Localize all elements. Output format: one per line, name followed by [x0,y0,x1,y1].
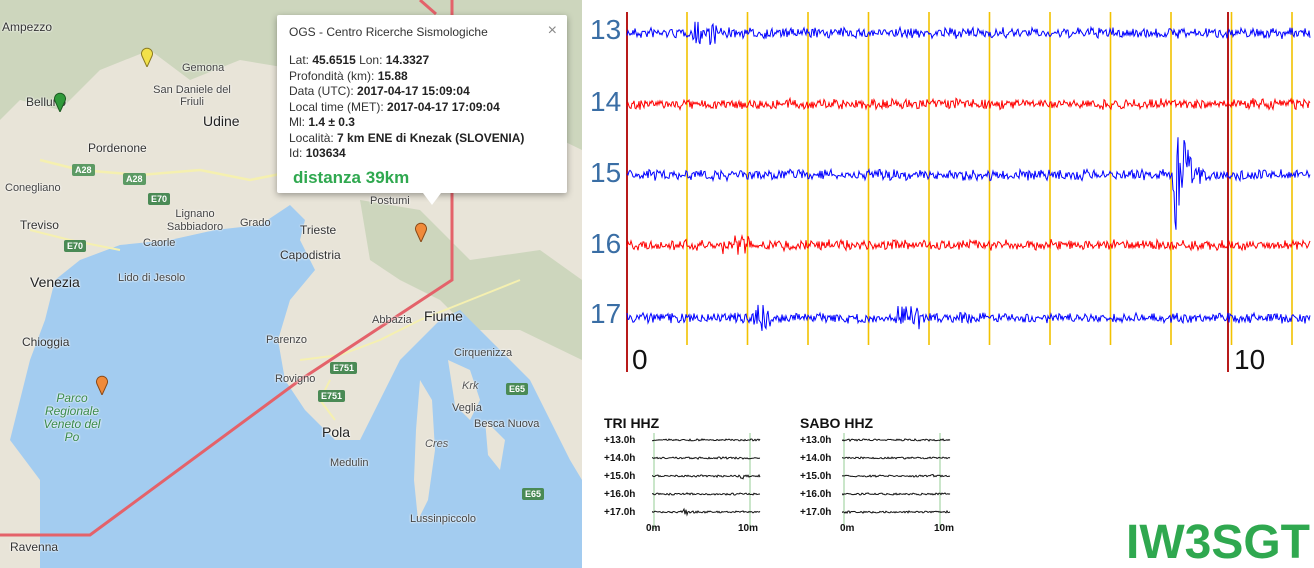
city-label: Lido di Jesolo [118,272,186,284]
city-label: Veglia [452,402,482,414]
road-shield: A28 [123,173,146,185]
popup-magnitude: Ml: 1.4 ± 0.3 [289,115,355,129]
city-label: Grado [240,217,271,229]
park-label: Parco Regionale Veneto del Po [43,391,101,444]
station-name: SABO HHZ [800,415,874,431]
x-axis-label-start: 0 [632,344,648,375]
city-label: Venezia [30,274,80,290]
city-label: Parenzo [266,334,307,346]
close-icon[interactable]: × [548,22,557,40]
row-label: +14.0h [604,453,636,464]
seismogram-panel: 13 14 15 16 17 0 10 [582,0,1314,380]
city-label: Gemona [182,62,225,74]
row-label: +13.0h [800,435,832,446]
map-panel[interactable]: Ampezzo Gemona San Daniele del Friuli Be… [0,0,582,568]
popup-title: OGS - Centro Ricerche Sismologiche [289,25,488,39]
mini-trace [652,473,761,480]
city-label: Ampezzo [2,20,53,34]
mini-traces [842,433,951,529]
seismic-trace [626,234,1311,255]
mini-trace [842,438,951,443]
seismic-trace [626,21,1311,46]
event-info-popup: × OGS - Centro Ricerche Sismologiche Lat… [277,15,567,205]
row-label: +16.0h [800,489,832,500]
helicorder-sabo: SABO HHZ +13.0h +14.0h +15.0h +16.0h +17… [800,415,960,540]
row-label: +16.0h [604,489,636,500]
mini-traces [652,433,761,529]
island-label: Krk [462,380,479,392]
road-shield: E70 [64,240,87,252]
city-label: Pola [322,424,351,440]
city-label: Rovigno [275,373,316,385]
seismic-trace [626,96,1311,112]
popup-location: Località: 7 km ENE di Knezak (SLOVENIA) [289,130,525,145]
city-label: Abbazia [372,314,412,326]
city-label: Treviso [20,218,59,232]
mini-trace [842,473,951,478]
x-end-label: 10m [934,523,955,534]
city-label: Lignano Sabbiadoro [166,208,224,233]
orange-event-pin-adriatic[interactable] [95,375,109,395]
road-shield: E65 [506,383,529,395]
hour-label: 15 [590,157,622,188]
hour-label: 17 [590,298,622,329]
popup-date-utc: Data (UTC): 2017-04-17 15:09:04 [289,84,470,98]
mini-trace [652,492,761,496]
city-label: Cirquenizza [454,347,513,359]
yellow-event-pin[interactable] [140,47,154,67]
island-label: Cres [425,438,449,450]
city-label: Lussinpiccolo [410,513,477,525]
seismic-trace [626,137,1311,230]
orange-event-pin-slovenia[interactable] [414,222,428,242]
road-shield: E65 [522,488,545,500]
road-shield: A28 [72,164,95,176]
row-label: +17.0h [604,507,636,518]
road-shield: E751 [318,390,346,402]
x-end-label: 10m [738,523,759,534]
road-shield: E751 [330,362,358,374]
city-label: Udine [203,113,240,129]
city-label: Besca Nuova [474,418,540,430]
row-label: +15.0h [604,471,636,482]
green-event-pin[interactable] [53,92,67,112]
station-callsign: IW3SGT [1125,516,1310,568]
city-label: Postumi [370,195,410,207]
hour-label: 14 [590,86,622,117]
row-label: +15.0h [800,471,832,482]
hour-label: 13 [590,14,622,45]
city-label: Chioggia [22,335,70,349]
popup-depth: Profondità (km): 15.88 [289,68,408,83]
seismic-trace [626,304,1311,331]
city-label: Pordenone [88,141,147,155]
mini-trace [652,456,761,461]
city-label: Ravenna [10,540,59,554]
city-label: San Daniele del Friuli [153,84,231,108]
city-label: Conegliano [5,182,61,194]
mini-trace [652,507,761,517]
popup-local-time: Local time (MET): 2017-04-17 17:09:04 [289,99,500,114]
x-axis-label-end: 10 [1234,344,1266,375]
row-label: +13.0h [604,435,636,446]
hour-label: 16 [590,228,622,259]
road-shield: E70 [148,193,171,205]
helicorder-tri: TRI HHZ +13.0h +14.0h +15.0h +16.0h +17.… [604,415,764,540]
mini-trace [842,492,951,496]
station-name: TRI HHZ [604,415,660,431]
mini-trace [652,438,761,442]
row-label: +17.0h [800,507,832,518]
popup-id: Id: 103634 [289,146,346,160]
city-label: Medulin [330,457,369,469]
seismogram-traces [626,12,1311,372]
city-label: Fiume [424,308,463,324]
row-label: +14.0h [800,453,832,464]
city-label: Capodistria [280,248,341,262]
x-start-label: 0m [840,523,855,534]
mini-trace [842,509,951,515]
mini-trace [842,456,951,460]
x-start-label: 0m [646,523,661,534]
city-label: Caorle [143,237,176,249]
popup-distance: distanza 39km [293,167,410,187]
popup-coordinates: Lat: 45.6515 Lon: 14.3327 [289,53,430,67]
city-label: Trieste [300,223,337,237]
